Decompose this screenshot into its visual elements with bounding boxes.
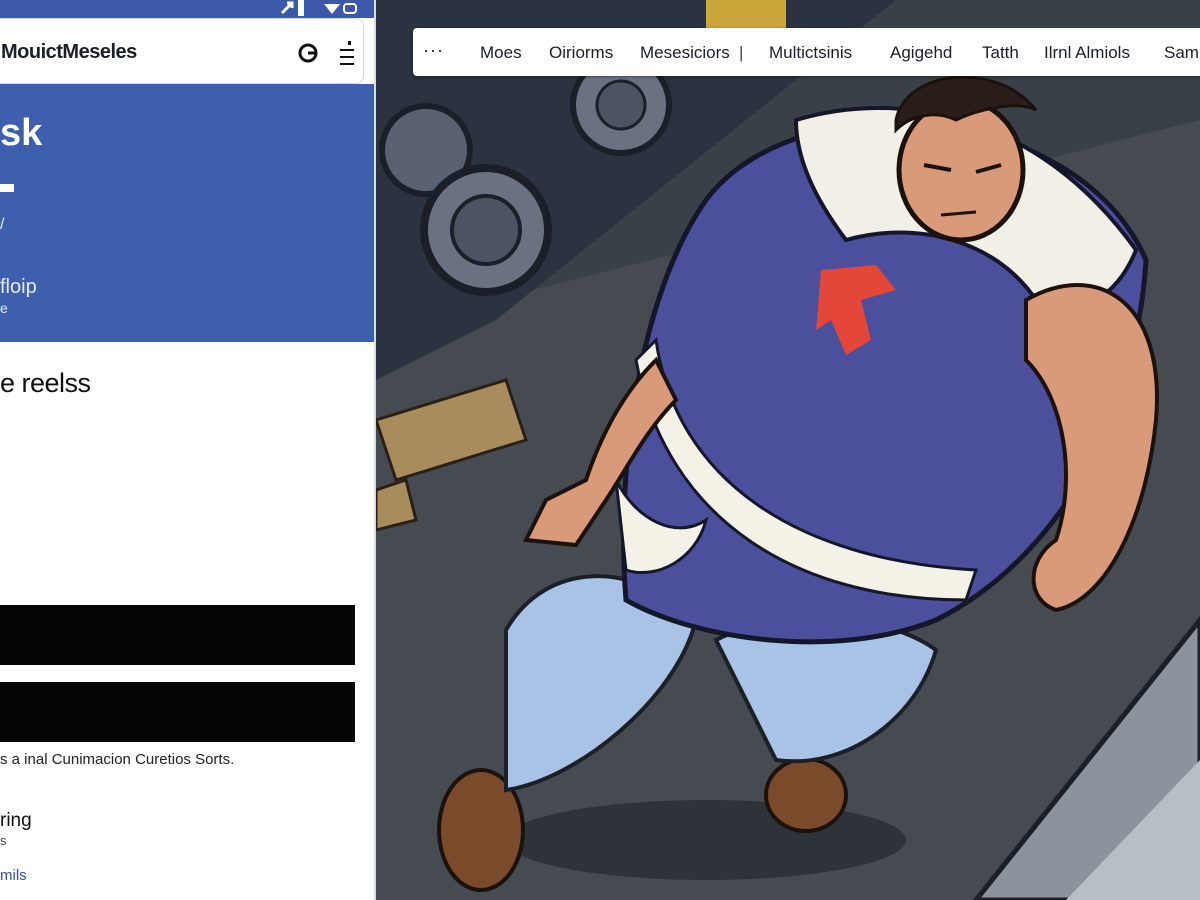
hero-link[interactable]: floip (0, 276, 37, 299)
item-title: ring (0, 810, 32, 831)
arrow-icon (278, 0, 308, 19)
hero-subtitle: e (0, 300, 8, 316)
item-link[interactable]: mils (0, 867, 27, 884)
nav-item-moes[interactable]: Moes (480, 43, 522, 63)
nav-item-agigehd[interactable]: Agigehd (890, 43, 952, 63)
more-icon[interactable]: ··· (423, 40, 444, 61)
nav-item-ilrnl-almiols[interactable]: Ilrnl Almiols (1044, 43, 1130, 63)
hero-text: / (0, 216, 5, 233)
artwork-panel (376, 0, 1200, 900)
nav-item-tatth[interactable]: Tatth (982, 43, 1019, 63)
app-title: MouictMeseles (1, 41, 137, 63)
hero-divider (0, 184, 14, 192)
menu-icon[interactable] (336, 39, 358, 69)
left-panel: MouictMeseles sk / floip e e reelss s a … (0, 0, 376, 900)
nav-item-multictsinis[interactable]: Multictsinis (769, 43, 852, 63)
redacted-block (0, 682, 355, 742)
nav-item-sami[interactable]: Sami (1164, 43, 1200, 63)
top-navigation: ··· Moes Oiriorms Mesesiciors | Multicts… (413, 28, 1200, 76)
hero-title: sk (0, 112, 43, 154)
comic-illustration (376, 0, 1200, 900)
search-icon[interactable] (297, 41, 321, 65)
nav-item-oiriorms[interactable]: Oiriorms (549, 43, 613, 63)
description-text: s a inal Cunimacion Curetios Sorts. (0, 751, 235, 768)
signal-icon (322, 0, 362, 19)
item-subtitle: s (0, 833, 7, 848)
hero-banner: sk / floip e (0, 84, 374, 342)
section-title: e reelss (0, 368, 91, 398)
app-bar: MouictMeseles (0, 18, 364, 84)
redacted-block (0, 605, 355, 665)
nav-item-mesesiciors[interactable]: Mesesiciors (640, 43, 730, 63)
nav-separator: | (739, 43, 744, 62)
status-bar (0, 0, 374, 19)
